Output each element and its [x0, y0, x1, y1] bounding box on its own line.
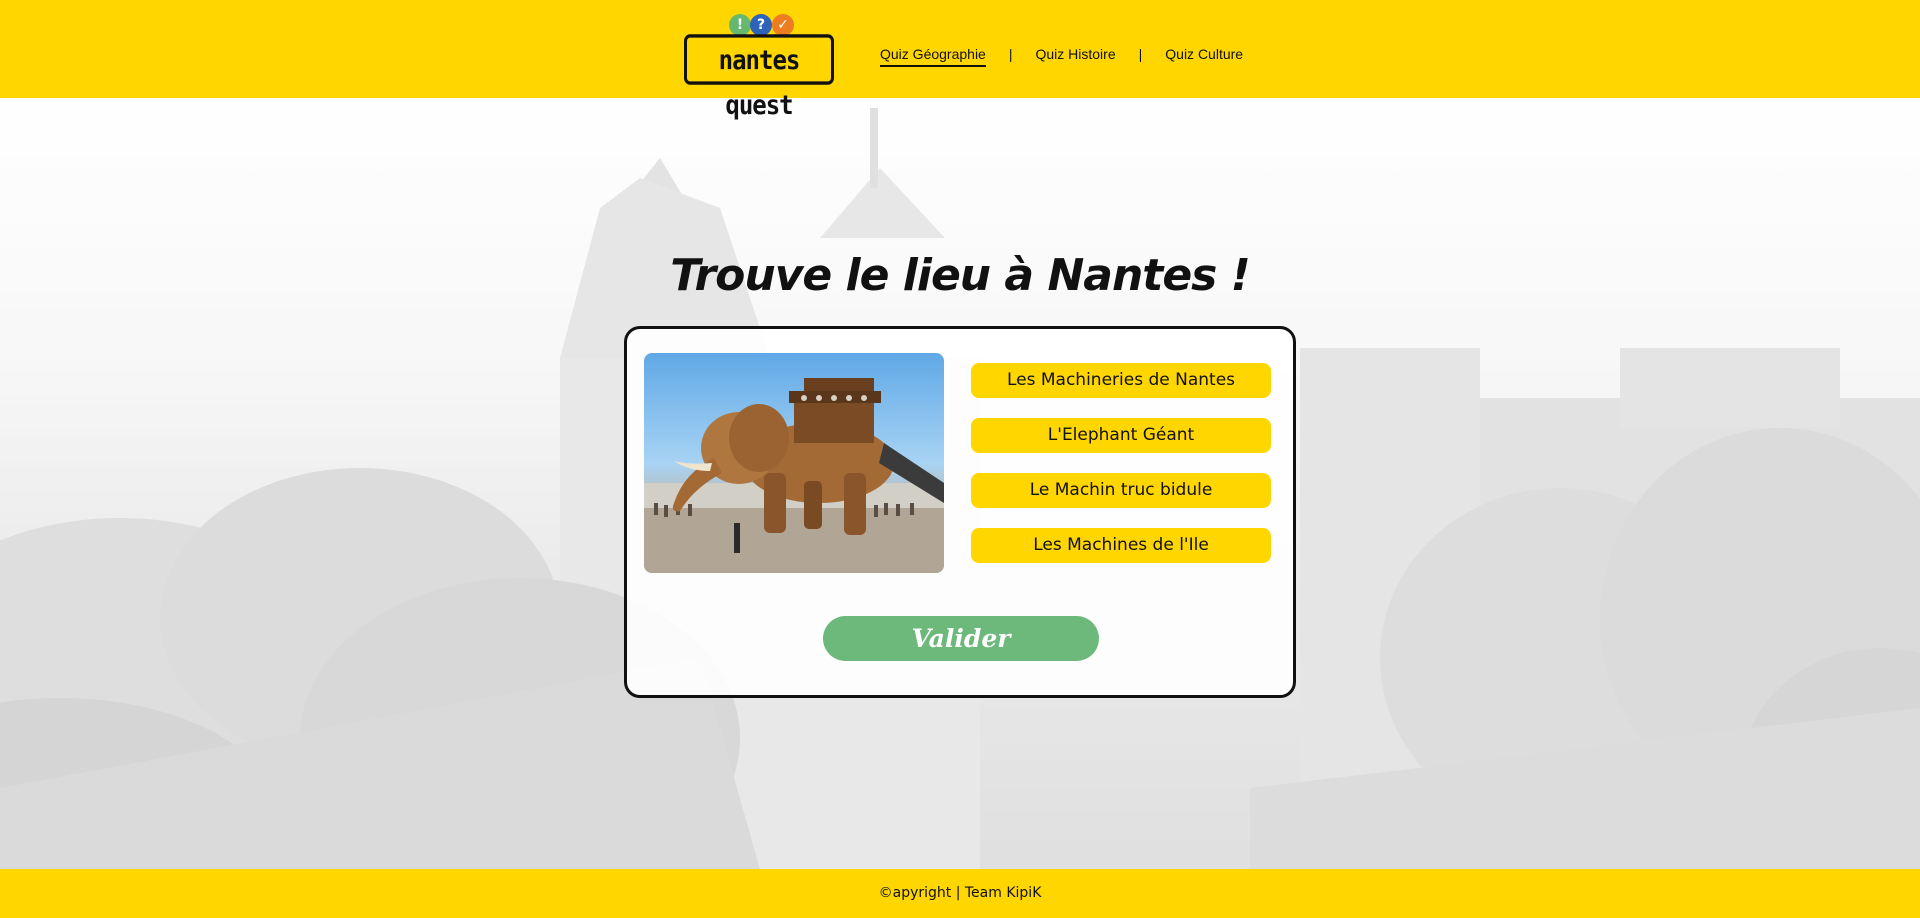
quiz-title: Trouve le lieu à Nantes !: [670, 250, 1250, 301]
nav-quiz-culture[interactable]: Quiz Culture: [1165, 46, 1243, 65]
exclamation-bubble-icon: !: [729, 14, 751, 36]
quiz-card: Les Machineries de Nantes L'Elephant Géa…: [624, 326, 1296, 698]
answer-option[interactable]: Les Machines de l'Ile: [971, 528, 1271, 563]
answer-option[interactable]: L'Elephant Géant: [971, 418, 1271, 453]
validate-button[interactable]: Valider: [823, 616, 1099, 661]
nantes-quest-logo[interactable]: ! ? ✓ nantes quest: [684, 14, 836, 121]
site-header: ! ? ✓ nantes quest Quiz Géographie | Qui…: [0, 0, 1920, 121]
answer-option[interactable]: Le Machin truc bidule: [971, 473, 1271, 508]
site-footer: ©apyright | Team KipiK: [0, 869, 1920, 918]
nav-separator: |: [1008, 46, 1013, 62]
copyright-text: ©apyright | Team KipiK: [878, 885, 1042, 901]
nav-separator: |: [1138, 46, 1143, 62]
answer-list: Les Machineries de Nantes L'Elephant Géa…: [971, 363, 1271, 583]
nav-quiz-geographie[interactable]: Quiz Géographie: [880, 46, 986, 67]
elephant-illustration: [644, 378, 944, 573]
nav-quiz-histoire[interactable]: Quiz Histoire: [1035, 46, 1115, 65]
answer-option[interactable]: Les Machineries de Nantes: [971, 363, 1271, 398]
elephant-machine-photo: [644, 353, 944, 573]
check-bubble-icon: ✓: [772, 14, 794, 36]
question-bubble-icon: ?: [750, 14, 772, 36]
logo-wordmark: nantes quest: [684, 34, 834, 121]
main-nav: Quiz Géographie | Quiz Histoire | Quiz C…: [880, 46, 1243, 70]
